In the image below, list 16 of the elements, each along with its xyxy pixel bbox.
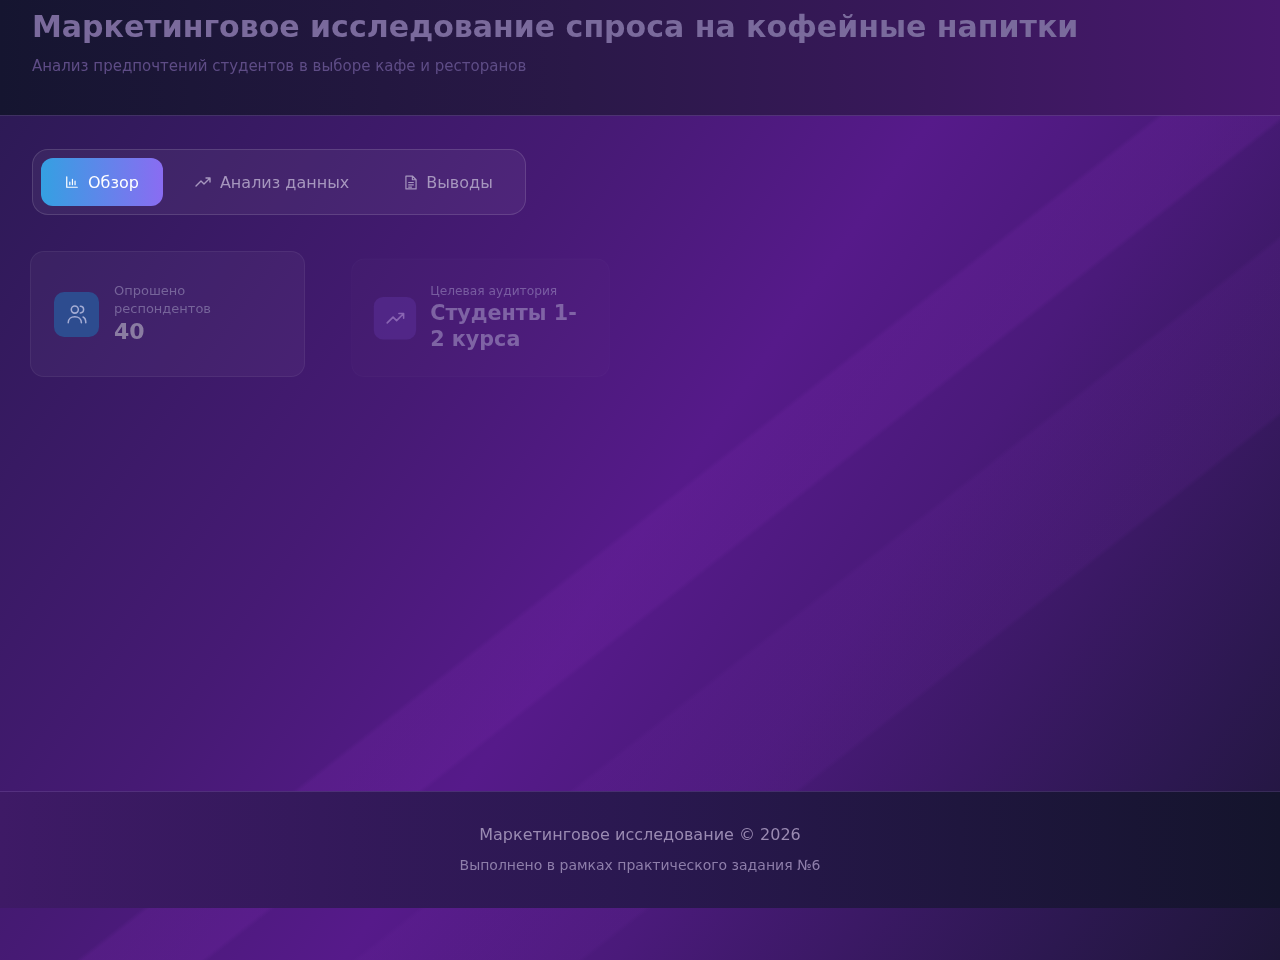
tab[interactable]: Выводы — [381, 158, 517, 206]
stat-value: 40 — [114, 318, 146, 346]
document-icon — [405, 174, 418, 190]
trend-up-icon — [385, 311, 405, 324]
trend-up-icon — [194, 177, 211, 187]
stat-value: Студенты 1-2 курса — [430, 299, 578, 353]
footer-copyright: Маркетинговое исследование © 2026 — [479, 825, 801, 845]
footer-note: Выполнено в рамках практического задания №6 — [459, 856, 821, 874]
tab[interactable]: Анализ данных — [170, 158, 374, 206]
stat-label: Опрошено респондентов — [114, 282, 213, 318]
tab[interactable]: Обзор — [41, 158, 163, 206]
page-subtitle: Анализ предпочтений студентов в выборе кафе и ресторанов — [32, 56, 527, 76]
bar-chart-icon — [65, 175, 79, 189]
page-title: Маркетинговое исследование спроса на кофейные напитки — [32, 9, 1079, 45]
users-icon — [65, 303, 88, 325]
stat-label: Целевая аудитория — [430, 283, 559, 300]
